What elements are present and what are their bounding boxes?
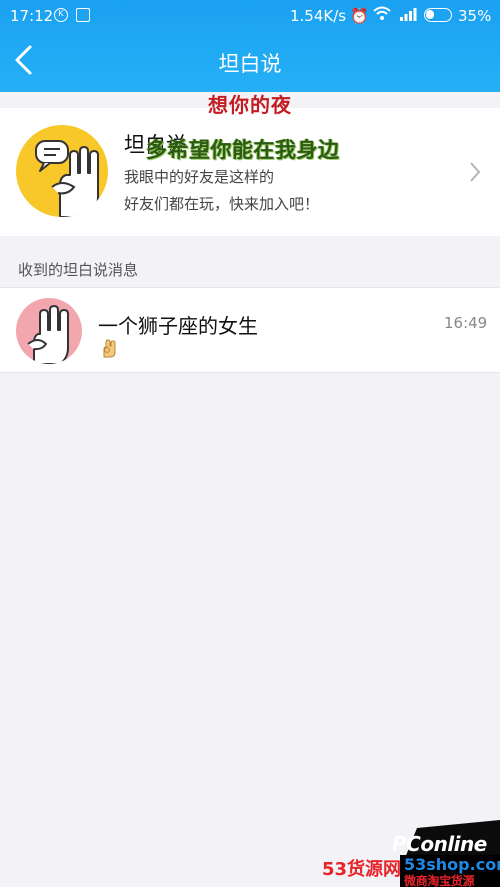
message-sender: 一个狮子座的女生 (98, 314, 258, 338)
status-time: 17:12 (10, 7, 54, 25)
hand-speech-bubble-icon (35, 140, 99, 217)
app-header: 17:12 K 1.54K/s ⏰ 35% 坦白说 (0, 0, 500, 92)
watermark-cn-tag: 微商淘宝货源 (404, 874, 475, 887)
overlay-caption-middle: 多希望你能在我身边 (146, 138, 340, 162)
chevron-right-icon (468, 160, 482, 188)
watermark-pconline: PConline (392, 832, 487, 856)
ok-hand-icon (100, 338, 118, 362)
section-title: 收到的坦白说消息 (18, 261, 139, 279)
invite-call-to-action: 好友们都在玩，快来加入吧！ (124, 195, 320, 213)
overlay-caption-top: 想你的夜 (208, 93, 292, 117)
battery-icon (424, 8, 452, 22)
hand-sign-avatar (16, 125, 108, 217)
message-row[interactable]: 一个狮子座的女生 16:49 (0, 287, 500, 373)
document-notification-icon (76, 8, 90, 22)
network-speed: 1.54K/s (290, 7, 347, 25)
page-title: 坦白说 (218, 52, 282, 76)
wifi-icon (373, 5, 391, 25)
watermark-53-text: 53货源网 (322, 859, 402, 880)
signal-icon (399, 6, 417, 26)
message-time: 16:49 (444, 314, 488, 332)
app-notification-icon: K (54, 8, 68, 22)
invite-card[interactable]: 坦白说 我眼中的好友是这样的 好友们都在玩，快来加入吧！ (0, 108, 500, 236)
status-bar: 17:12 K 1.54K/s ⏰ 35% (0, 0, 500, 32)
alarm-icon: ⏰ (350, 7, 369, 25)
battery-percent: 35% (458, 7, 492, 25)
invite-description: 我眼中的好友是这样的 (124, 168, 275, 186)
hand-gesture-icon (27, 305, 69, 364)
message-avatar (16, 298, 82, 364)
